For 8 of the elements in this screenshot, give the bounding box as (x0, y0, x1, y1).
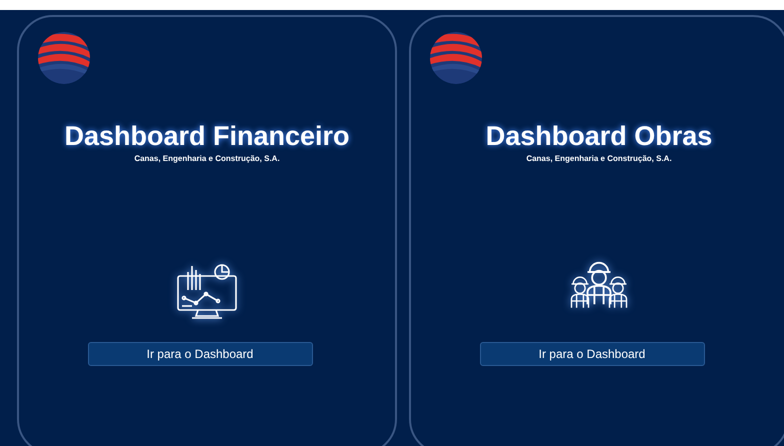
company-name: Canas, Engenharia e Construção, S.A. (526, 153, 672, 164)
globe-logo (428, 31, 484, 85)
card-title: Dashboard Financeiro (64, 120, 350, 153)
dashboard-button[interactable]: Ir para o Dashboard (480, 342, 704, 366)
globe-logo (36, 31, 92, 85)
dashboard-button[interactable]: Ir para o Dashboard (88, 342, 312, 366)
card-title: Dashboard Obras (486, 120, 712, 153)
company-name: Canas, Engenharia e Construção, S.A. (134, 153, 280, 164)
